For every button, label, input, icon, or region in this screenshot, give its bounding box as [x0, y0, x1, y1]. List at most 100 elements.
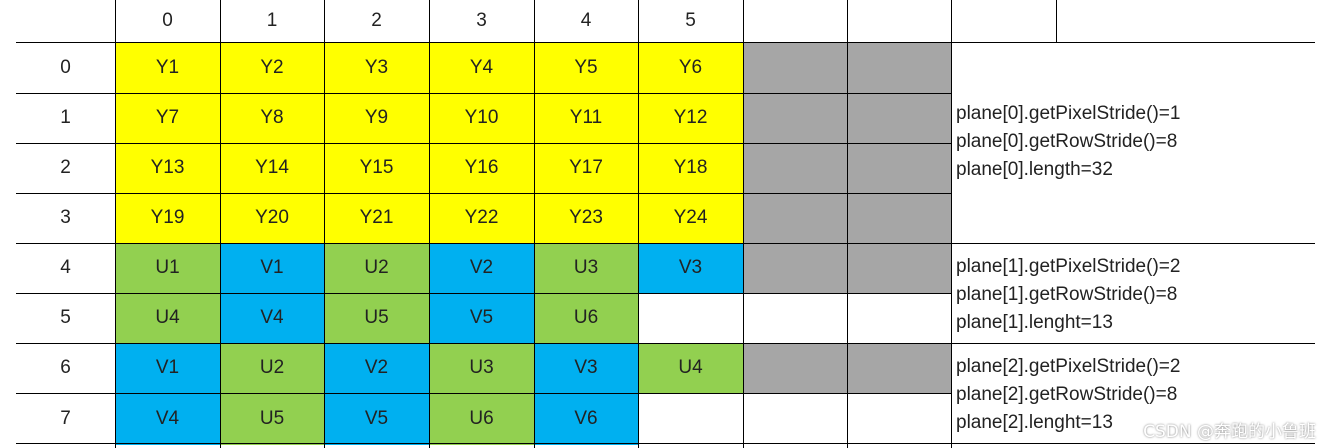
table-cell: Y3: [324, 42, 429, 93]
empty-cell: [847, 293, 951, 343]
column-header: 1: [266, 10, 278, 31]
table-cell: Y13: [115, 143, 220, 193]
grid-line: [16, 143, 951, 144]
column-header: 3: [476, 10, 487, 31]
empty-cell: [638, 393, 743, 445]
padding-cell: [847, 42, 951, 93]
grid-line: [534, 0, 535, 448]
table-cell: U4: [115, 293, 220, 343]
padding-cell: [847, 193, 951, 243]
plane0-pixel-stride: plane[0].getPixelStride()=1: [956, 103, 1181, 124]
row-header: 1: [60, 107, 71, 128]
grid-line: [847, 0, 848, 448]
plane2-row-stride: plane[2].getRowStride()=8: [956, 384, 1178, 405]
plane0-length: plane[0].length=32: [956, 159, 1113, 180]
grid-line: [1056, 0, 1057, 42]
row-header: 4: [60, 257, 71, 278]
padding-cell: [847, 343, 951, 393]
table-cell: V1: [220, 243, 324, 293]
column-header: 0: [162, 10, 173, 31]
plane2-pixel-stride: plane[2].getPixelStride()=2: [956, 356, 1181, 377]
watermark: CSDN @奔跑的小鲁班: [1143, 422, 1316, 442]
table-cell: V6: [534, 393, 638, 445]
plane1-length: plane[1].lenght=13: [956, 312, 1113, 333]
table-cell: Y22: [429, 193, 534, 243]
table-cell: Y20: [220, 193, 324, 243]
padding-cell: [743, 42, 847, 93]
empty-cell: [743, 393, 847, 445]
table-cell: U5: [324, 293, 429, 343]
table-cell: Y4: [429, 42, 534, 93]
grid-line: [951, 0, 952, 448]
table-cell: U2: [220, 343, 324, 393]
table-cell: V5: [429, 293, 534, 343]
plane1-pixel-stride: plane[1].getPixelStride()=2: [956, 256, 1181, 277]
table-cell: Y19: [115, 193, 220, 243]
table-cell: U6: [534, 293, 638, 343]
grid-line: [16, 343, 1315, 344]
table-cell: Y18: [638, 143, 743, 193]
row-header: 7: [60, 408, 71, 429]
padding-cell: [847, 93, 951, 143]
table-cell: V2: [429, 243, 534, 293]
table-cell: U3: [429, 343, 534, 393]
column-header: 2: [371, 10, 382, 31]
table-cell: Y14: [220, 143, 324, 193]
table-cell: Y5: [534, 42, 638, 93]
padding-cell: [743, 243, 847, 293]
grid-line: [429, 0, 430, 448]
row-header: 5: [60, 307, 71, 328]
padding-cell: [847, 143, 951, 193]
table-cell: Y24: [638, 193, 743, 243]
table-cell: Y8: [220, 93, 324, 143]
table-cell: V2: [324, 343, 429, 393]
plane0-row-stride: plane[0].getRowStride()=8: [956, 131, 1178, 152]
table-cell: V3: [638, 243, 743, 293]
padding-cell: [847, 243, 951, 293]
table-cell: U1: [115, 243, 220, 293]
grid-line: [16, 293, 951, 294]
grid-line: [743, 0, 744, 448]
padding-cell: [743, 193, 847, 243]
table-cell: Y7: [115, 93, 220, 143]
row-header: 3: [60, 207, 71, 228]
table-cell: Y6: [638, 42, 743, 93]
empty-cell: [743, 293, 847, 343]
grid-line: [115, 0, 116, 448]
column-header: 4: [580, 10, 592, 31]
table-cell: Y12: [638, 93, 743, 143]
table-cell: Y17: [534, 143, 638, 193]
table-cell: Y21: [324, 193, 429, 243]
row-header: 6: [60, 357, 71, 378]
table-cell: Y1: [115, 42, 220, 93]
table-cell: Y23: [534, 193, 638, 243]
table-cell: U6: [429, 393, 534, 445]
grid-line: [16, 93, 951, 94]
grid-line: [16, 443, 1315, 444]
row-header: 0: [60, 56, 71, 78]
padding-cell: [743, 93, 847, 143]
empty-cell: [638, 293, 743, 343]
table-cell: U5: [220, 393, 324, 445]
column-header: 5: [685, 10, 696, 31]
padding-cell: [743, 343, 847, 393]
table-cell: V3: [534, 343, 638, 393]
table-cell: V4: [115, 393, 220, 445]
grid-line: [638, 0, 639, 448]
plane0-notes: plane[0].getPixelStride()=1 plane[0].get…: [956, 100, 1180, 184]
plane1-notes: plane[1].getPixelStride()=2 plane[1].get…: [956, 253, 1180, 337]
table-cell: V5: [324, 393, 429, 445]
row-header: 2: [60, 157, 71, 178]
table-cell: Y11: [534, 93, 638, 143]
table-cell: V4: [220, 293, 324, 343]
table-cell: Y15: [324, 143, 429, 193]
table-cell: Y9: [324, 93, 429, 143]
padding-cell: [743, 143, 847, 193]
grid-line: [16, 243, 1315, 244]
grid-line: [16, 42, 1315, 43]
table-cell: U4: [638, 343, 743, 393]
grid-line: [16, 193, 951, 194]
table-cell: Y10: [429, 93, 534, 143]
grid-line: [324, 0, 325, 448]
table-cell: U2: [324, 243, 429, 293]
